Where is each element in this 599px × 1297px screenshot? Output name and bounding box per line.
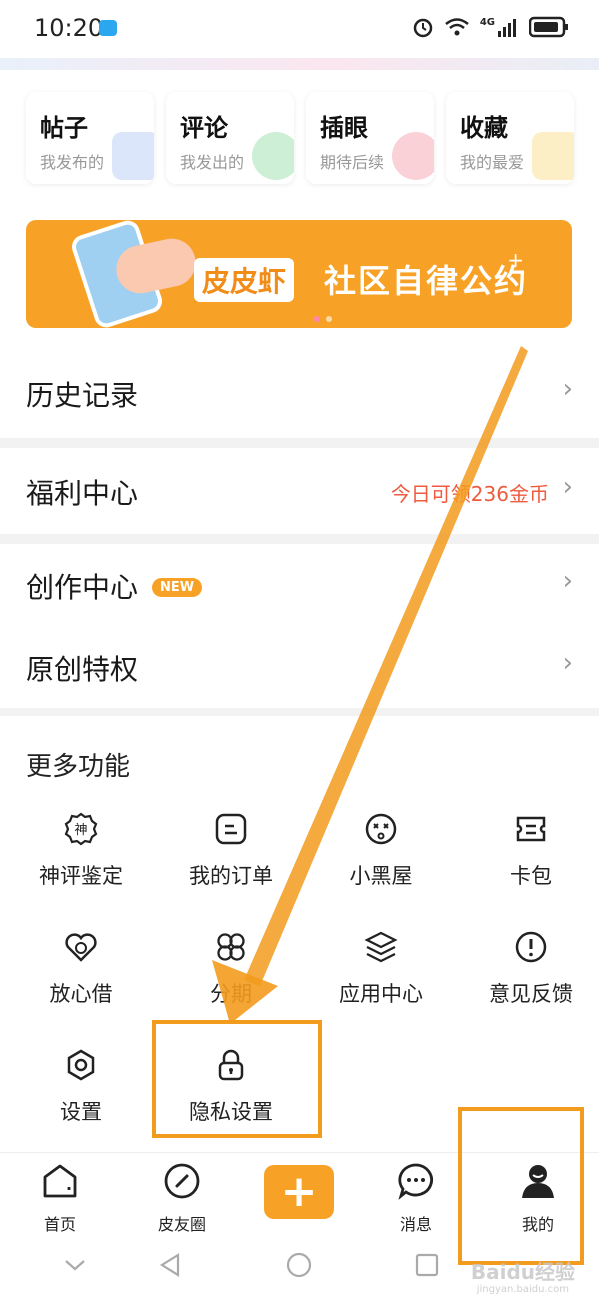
user-icon bbox=[522, 1165, 554, 1198]
heart-shield-icon bbox=[65, 933, 97, 962]
row-label: 福利中心 bbox=[26, 477, 139, 510]
chevron-right-icon: › bbox=[562, 472, 573, 502]
chat-bubble-icon bbox=[398, 1163, 433, 1200]
compass-icon bbox=[164, 1163, 200, 1199]
card-wallet-item[interactable]: 卡包 bbox=[456, 812, 599, 902]
home-icon bbox=[43, 1164, 77, 1198]
gear-icon bbox=[67, 1049, 95, 1081]
carousel-indicator bbox=[314, 316, 332, 322]
app-center-item[interactable]: 应用中心 bbox=[306, 930, 456, 1020]
grid-label: 神评鉴定 bbox=[39, 864, 123, 888]
tab-mine[interactable]: 我的 bbox=[478, 1161, 598, 1235]
grid-label: 设置 bbox=[60, 1100, 102, 1124]
row-label: 创作中心 bbox=[26, 571, 139, 604]
grid-label: 放心借 bbox=[49, 982, 113, 1006]
quick-section: 帖子 我发布的 评论 我发出的 插眼 期待后续 收藏 我的最爱 皮皮虾 社区自律… bbox=[0, 70, 599, 352]
privacy-settings-item[interactable]: 隐私设置 bbox=[156, 1048, 306, 1138]
alarm-icon bbox=[413, 18, 433, 38]
card-title: 评论 bbox=[180, 114, 228, 142]
card-subtitle: 期待后续 bbox=[320, 153, 385, 172]
feedback-item[interactable]: 意见反馈 bbox=[456, 930, 599, 1020]
tab-label: 皮友圈 bbox=[157, 1215, 206, 1234]
tab-label: 消息 bbox=[399, 1215, 432, 1234]
row-label: 原创特权 bbox=[26, 653, 139, 686]
status-icons: 4G bbox=[412, 16, 569, 38]
card-title: 帖子 bbox=[40, 114, 88, 142]
signal-icon bbox=[498, 19, 516, 37]
grid-label: 隐私设置 bbox=[189, 1100, 273, 1124]
home-circle-icon[interactable] bbox=[286, 1252, 312, 1278]
more-functions-section: 更多功能 神 神评鉴定 我的订单 小黑屋 卡包 放心借 分期 应用中心 意见反馈… bbox=[0, 716, 599, 1152]
favorites-card[interactable]: 收藏 我的最爱 bbox=[446, 92, 574, 184]
installment-item[interactable]: 分期 bbox=[156, 930, 306, 1020]
status-time: 10:20 bbox=[34, 14, 104, 42]
loan-item[interactable]: 放心借 bbox=[6, 930, 156, 1020]
settings-item[interactable]: 设置 bbox=[6, 1048, 156, 1138]
bookmarks-card[interactable]: 插眼 期待后续 bbox=[306, 92, 434, 184]
tab-circle[interactable]: 皮友圈 bbox=[122, 1161, 242, 1235]
my-orders-item[interactable]: 我的订单 bbox=[156, 812, 306, 902]
card-subtitle: 我发布的 bbox=[40, 153, 105, 172]
promo-logo-tag: 皮皮虾 bbox=[194, 258, 295, 302]
grid-label: 应用中心 bbox=[339, 982, 423, 1006]
tab-label: 我的 bbox=[521, 1215, 554, 1234]
community-promo-banner[interactable]: 皮皮虾 社区自律公约 + bbox=[26, 220, 572, 328]
layers-icon bbox=[364, 931, 398, 963]
wifi-icon bbox=[445, 18, 469, 36]
shen-badge-icon: 神 bbox=[64, 812, 98, 846]
battery-icon bbox=[529, 16, 568, 38]
comments-card[interactable]: 评论 我发出的 bbox=[166, 92, 294, 184]
svg-text:神: 神 bbox=[74, 823, 87, 838]
grid-label: 分期 bbox=[210, 982, 252, 1006]
original-row[interactable]: 原创特权 › bbox=[0, 628, 599, 708]
history-row[interactable]: 历史记录 › bbox=[0, 352, 599, 438]
promo-text: 社区自律公约 bbox=[324, 262, 529, 300]
recent-apps-icon[interactable] bbox=[414, 1252, 440, 1278]
chevron-right-icon: › bbox=[562, 374, 573, 404]
chevron-right-icon: › bbox=[562, 648, 573, 678]
order-icon bbox=[215, 813, 247, 845]
more-functions-title: 更多功能 bbox=[26, 752, 131, 782]
tab-label: 首页 bbox=[43, 1215, 76, 1234]
grid-label: 我的订单 bbox=[189, 864, 273, 888]
shen-review-item[interactable]: 神 神评鉴定 bbox=[6, 812, 156, 902]
new-badge: NEW bbox=[152, 578, 203, 597]
tab-messages[interactable]: 消息 bbox=[356, 1161, 476, 1235]
lock-icon bbox=[218, 1049, 244, 1081]
system-nav-bar bbox=[0, 1242, 599, 1297]
banner-peek bbox=[0, 58, 599, 70]
card-icon bbox=[516, 816, 546, 842]
posts-card[interactable]: 帖子 我发布的 bbox=[26, 92, 154, 184]
welfare-row[interactable]: 福利中心 今日可领236金币 › bbox=[0, 448, 599, 534]
grid-label: 意见反馈 bbox=[489, 982, 573, 1006]
welfare-coins-text: 今日可领236金币 bbox=[390, 482, 549, 506]
row-label: 历史记录 bbox=[26, 379, 139, 412]
status-bar: 10:20 4G bbox=[0, 0, 599, 58]
chevron-right-icon: › bbox=[562, 566, 573, 596]
grid-label: 小黑屋 bbox=[349, 864, 413, 888]
publish-plus-button[interactable]: + bbox=[264, 1165, 334, 1219]
card-subtitle: 我的最爱 bbox=[460, 153, 525, 172]
bottom-tab-bar: 首页 皮友圈 + 消息 我的 bbox=[0, 1152, 599, 1242]
blackroom-item[interactable]: 小黑屋 bbox=[306, 812, 456, 902]
dizzy-face-icon bbox=[365, 813, 397, 845]
network-type: 4G bbox=[479, 16, 495, 28]
clover-icon bbox=[217, 933, 245, 961]
card-subtitle: 我发出的 bbox=[180, 153, 245, 172]
alert-icon bbox=[515, 931, 547, 963]
collapse-icon[interactable] bbox=[62, 1252, 88, 1278]
back-icon[interactable] bbox=[158, 1252, 184, 1278]
card-title: 收藏 bbox=[460, 114, 508, 142]
creation-row[interactable]: 创作中心 NEW › bbox=[0, 544, 599, 628]
message-notification-icon bbox=[99, 20, 117, 36]
grid-label: 卡包 bbox=[510, 864, 552, 888]
sparkle-icon: + bbox=[507, 248, 524, 272]
card-title: 插眼 bbox=[320, 114, 368, 142]
tab-home[interactable]: 首页 bbox=[0, 1161, 120, 1235]
